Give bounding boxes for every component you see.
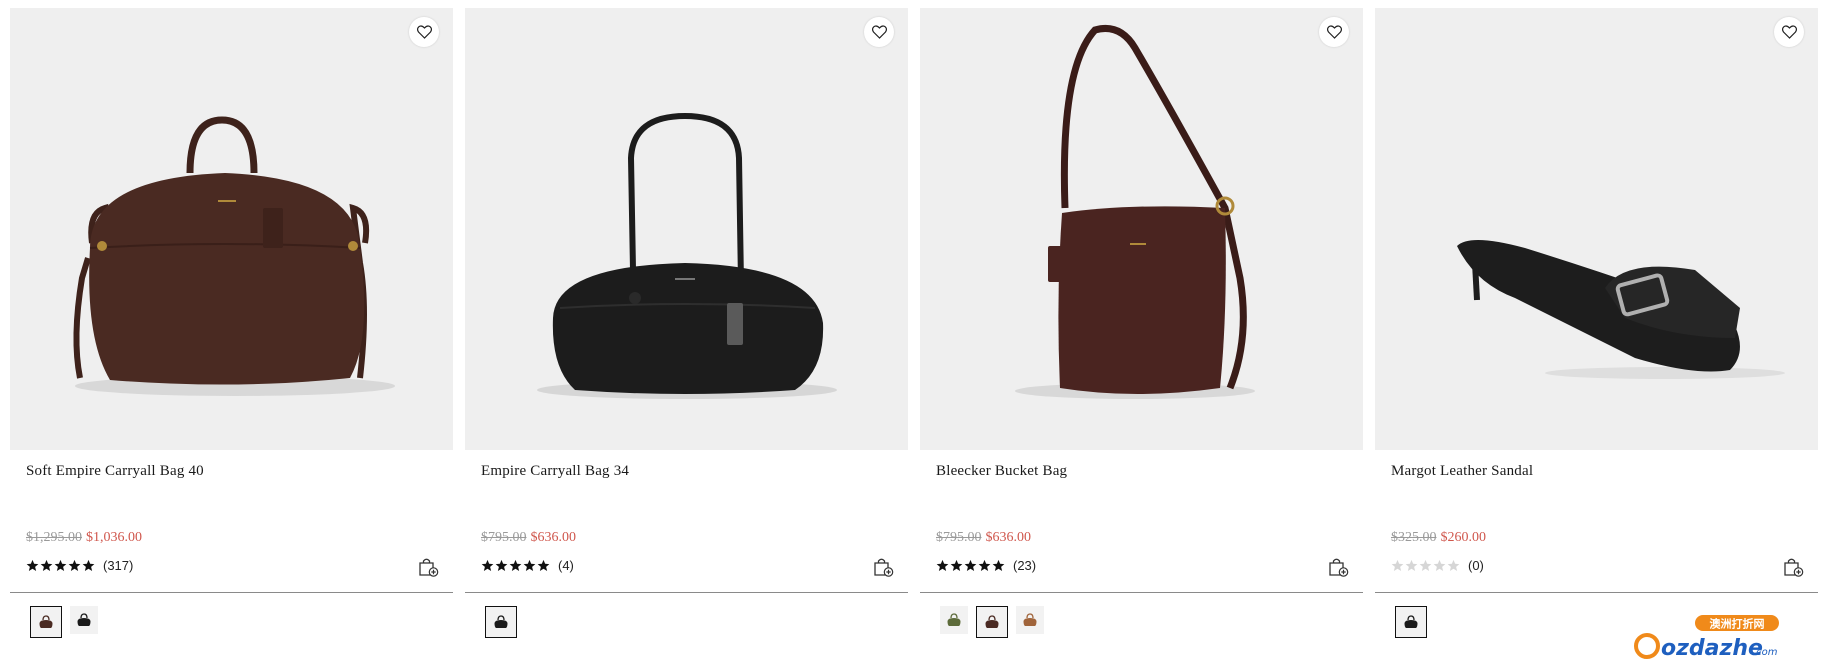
star-icon: [992, 559, 1005, 572]
brown-bucket-bag-image: [1015, 25, 1255, 399]
rating-stars: [936, 559, 1005, 572]
review-count: (0): [1468, 558, 1484, 573]
add-to-bag-icon[interactable]: [417, 556, 439, 578]
star-icon: [1419, 559, 1432, 572]
color-swatch[interactable]: [485, 606, 517, 638]
star-icon: [1391, 559, 1404, 572]
brown-carryall-bag-image: [73, 116, 395, 396]
black-kitten-heel-sandal-image: [1457, 239, 1785, 379]
color-swatch[interactable]: [1395, 606, 1427, 638]
product-image[interactable]: [10, 8, 453, 450]
heart-icon: [871, 25, 887, 39]
heart-icon: [1326, 25, 1342, 39]
star-icon: [978, 559, 991, 572]
review-count: (317): [103, 558, 134, 573]
rating-stars: [481, 559, 550, 572]
color-swatch[interactable]: [1016, 606, 1044, 634]
star-icon: [936, 559, 949, 572]
review-count: (4): [558, 558, 574, 573]
sale-price: $636.00: [530, 530, 577, 545]
product-rating[interactable]: (317): [26, 558, 133, 573]
product-name[interactable]: Margot Leather Sandal: [1391, 463, 1533, 480]
product-name[interactable]: Bleecker Bucket Bag: [936, 463, 1067, 480]
original-price: $795.00: [481, 530, 527, 545]
color-swatches: [940, 606, 1044, 638]
wishlist-button[interactable]: [864, 17, 894, 47]
star-icon: [950, 559, 963, 572]
product-card[interactable]: Empire Carryall Bag 34 $795.00 $636.00 (4…: [465, 8, 908, 671]
sale-price: $260.00: [1440, 530, 1487, 545]
swatch-bag-icon: [985, 615, 999, 628]
product-image[interactable]: [920, 8, 1363, 450]
color-swatch[interactable]: [940, 606, 968, 634]
heart-icon: [1781, 25, 1797, 39]
color-swatch[interactable]: [70, 606, 98, 634]
product-name[interactable]: Soft Empire Carryall Bag 40: [26, 463, 204, 480]
product-card[interactable]: Soft Empire Carryall Bag 40 $1,295.00 $1,…: [10, 8, 453, 671]
product-price: $325.00 $260.00: [1391, 530, 1486, 546]
product-rating[interactable]: (23): [936, 558, 1036, 573]
swatch-bag-icon: [77, 613, 91, 626]
color-swatches: [1395, 606, 1427, 638]
star-icon: [964, 559, 977, 572]
ozdazhe-watermark-logo: 澳洲打折网 ozdazhe .com: [1634, 615, 1779, 661]
star-icon: [495, 559, 508, 572]
star-icon: [40, 559, 53, 572]
star-icon: [26, 559, 39, 572]
product-image[interactable]: [1375, 8, 1818, 450]
swatch-bag-icon: [1023, 613, 1037, 626]
wishlist-button[interactable]: [409, 17, 439, 47]
product-card[interactable]: Bleecker Bucket Bag $795.00 $636.00 (23): [920, 8, 1363, 671]
product-price: $795.00 $636.00: [481, 530, 576, 546]
rating-stars: [1391, 559, 1460, 572]
add-to-bag-icon[interactable]: [1782, 556, 1804, 578]
star-icon: [1447, 559, 1460, 572]
star-icon: [1433, 559, 1446, 572]
star-icon: [537, 559, 550, 572]
product-rating[interactable]: (4): [481, 558, 574, 573]
watermark-badge: 澳洲打折网: [1710, 617, 1765, 631]
rating-stars: [26, 559, 95, 572]
star-icon: [1405, 559, 1418, 572]
sale-price: $636.00: [985, 530, 1032, 545]
add-to-bag-icon[interactable]: [1327, 556, 1349, 578]
wishlist-button[interactable]: [1774, 17, 1804, 47]
color-swatch[interactable]: [30, 606, 62, 638]
wishlist-button[interactable]: [1319, 17, 1349, 47]
star-icon: [481, 559, 494, 572]
swatch-bag-icon: [494, 615, 508, 628]
product-price: $1,295.00 $1,036.00: [26, 530, 142, 546]
watermark-text: ozdazhe: [1661, 636, 1763, 661]
color-swatches: [485, 606, 517, 638]
color-swatches: [30, 606, 98, 638]
black-carryall-bag-image: [537, 112, 837, 399]
divider: [1375, 592, 1818, 593]
original-price: $795.00: [936, 530, 982, 545]
color-swatch[interactable]: [976, 606, 1008, 638]
swatch-bag-icon: [39, 615, 53, 628]
product-image[interactable]: [465, 8, 908, 450]
swatch-bag-icon: [947, 613, 961, 626]
sale-price: $1,036.00: [86, 530, 142, 545]
add-to-bag-icon[interactable]: [872, 556, 894, 578]
product-grid: Soft Empire Carryall Bag 40 $1,295.00 $1,…: [10, 8, 1818, 671]
divider: [465, 592, 908, 593]
heart-icon: [416, 25, 432, 39]
divider: [10, 592, 453, 593]
product-card[interactable]: Margot Leather Sandal $325.00 $260.00 (0): [1375, 8, 1818, 671]
star-icon: [54, 559, 67, 572]
swatch-bag-icon: [1404, 615, 1418, 628]
original-price: $325.00: [1391, 530, 1437, 545]
review-count: (23): [1013, 558, 1037, 573]
star-icon: [523, 559, 536, 572]
watermark-suffix: .com: [1753, 647, 1778, 658]
star-icon: [82, 559, 95, 572]
product-rating[interactable]: (0): [1391, 558, 1484, 573]
product-name[interactable]: Empire Carryall Bag 34: [481, 463, 629, 480]
product-price: $795.00 $636.00: [936, 530, 1031, 546]
original-price: $1,295.00: [26, 530, 82, 545]
star-icon: [68, 559, 81, 572]
divider: [920, 592, 1363, 593]
star-icon: [509, 559, 522, 572]
